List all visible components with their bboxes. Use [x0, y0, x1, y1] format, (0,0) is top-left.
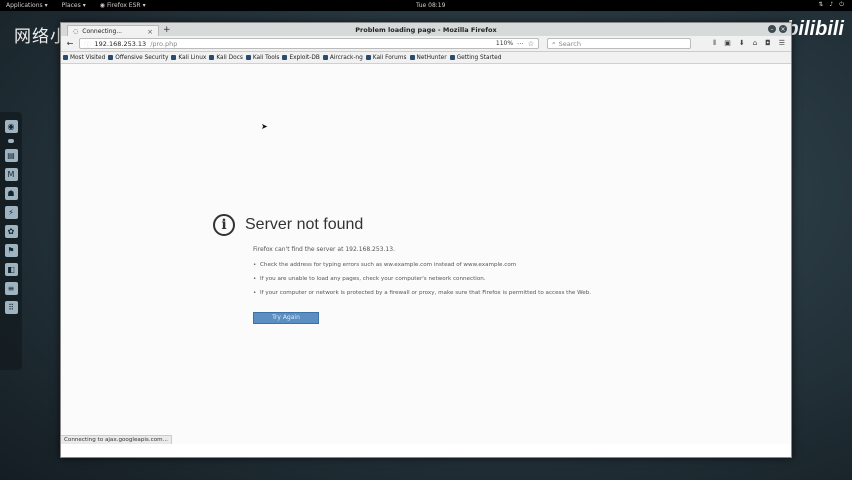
- bookmark-kali-linux[interactable]: Kali Linux: [171, 55, 206, 61]
- kali-icon: [245, 55, 251, 60]
- exploit-db-icon: [282, 55, 288, 60]
- error-header: i Server not found: [213, 214, 593, 236]
- close-window-button[interactable]: ×: [779, 25, 787, 33]
- bookmark-folder-icon: [63, 55, 68, 60]
- bookmark-nethunter[interactable]: NetHunter: [409, 54, 447, 61]
- kali-icon: [209, 55, 215, 60]
- back-button[interactable]: ←: [65, 39, 75, 49]
- aircrack-icon: [322, 55, 328, 60]
- firefox-window: ◌ Connecting... × + Problem loading page…: [60, 22, 792, 458]
- bookmark-label: NetHunter: [416, 54, 447, 61]
- error-title: Server not found: [245, 216, 364, 233]
- bookmark-exploit-db[interactable]: Exploit-DB: [282, 54, 320, 61]
- top-panel: Applications ▾ Places ▾ ◉ Firefox ESR ▾ Tue …: [0, 0, 852, 11]
- bookmark-kali-tools[interactable]: Kali Tools: [245, 54, 280, 61]
- kali-icon: [171, 55, 177, 60]
- active-app-label: Firefox ESR: [107, 2, 141, 9]
- faraday-dock-icon[interactable]: ◧: [4, 263, 18, 276]
- url-bar[interactable]: ⓘ 192.168.253.13/pro.php 110% ··· ☆: [79, 38, 539, 49]
- search-bar[interactable]: ⌕ Search: [547, 38, 691, 49]
- search-icon: ⌕: [552, 39, 556, 47]
- bookmark-getting-started[interactable]: Getting Started: [449, 54, 502, 61]
- chevron-down-icon: ▾: [82, 2, 86, 9]
- error-description: Firefox can't find the server at 192.168…: [253, 246, 395, 253]
- titlebar: ◌ Connecting... × + Problem loading page…: [61, 23, 791, 37]
- maltego-dock-icon[interactable]: ✿: [4, 225, 18, 238]
- toolbar-icons: ⫴ ▣ ⬇ ⌂ ◘ ☰: [713, 39, 785, 48]
- firefox-dock-icon[interactable]: ◉: [4, 120, 18, 133]
- clock[interactable]: Tue 08:19: [416, 2, 445, 9]
- bookmark-label: Kali Tools: [252, 54, 280, 61]
- kali-icon: [409, 55, 415, 60]
- list-item: If you are unable to load any pages, che…: [253, 275, 593, 284]
- network-icon: ⇅: [818, 1, 824, 8]
- power-icon: ⏻: [839, 1, 844, 8]
- pocket-icon[interactable]: ◘: [765, 39, 771, 48]
- window-controls: – ×: [768, 25, 787, 33]
- page-content: ➤ i Server not found Firefox can't find …: [61, 64, 791, 444]
- chevron-down-icon: ▾: [44, 2, 48, 9]
- error-suggestions: Check the address for typing errors such…: [253, 261, 593, 298]
- bookmarks-toolbar: Most Visited Offensive Security Kali Lin…: [61, 52, 791, 64]
- info-icon[interactable]: ⓘ: [84, 39, 91, 49]
- url-path-text: /pro.php: [150, 39, 178, 48]
- burp-dock-icon[interactable]: ⚡: [4, 206, 18, 219]
- bookmark-most-visited[interactable]: Most Visited: [63, 55, 105, 61]
- show-apps-icon[interactable]: ⠿: [4, 301, 18, 314]
- bookmark-kali-forums[interactable]: Kali Forums: [365, 54, 407, 61]
- files-dock-icon[interactable]: ▤: [4, 149, 18, 162]
- places-label: Places: [61, 2, 81, 9]
- list-item: If your computer or network is protected…: [253, 289, 593, 298]
- bookmark-label: Kali Forums: [372, 54, 407, 61]
- firefox-icon: ◉: [99, 2, 106, 9]
- try-again-button[interactable]: Try Again: [253, 311, 319, 324]
- bookmark-label: Exploit-DB: [289, 54, 320, 61]
- applications-menu[interactable]: Applications ▾: [6, 2, 48, 9]
- bookmark-label: Getting Started: [456, 54, 502, 61]
- window-title: Problem loading page - Mozilla Firefox: [355, 26, 497, 34]
- kali-icon: [365, 55, 371, 60]
- system-tray[interactable]: ⇅ ♪ ⏻: [818, 1, 844, 9]
- home-icon[interactable]: ⌂: [753, 39, 757, 48]
- metasploit-dock-icon[interactable]: M: [4, 168, 18, 181]
- menu-icon[interactable]: ☰: [779, 39, 785, 48]
- bookmark-label: Offensive Security: [115, 54, 169, 61]
- page-actions-icon[interactable]: ···: [517, 40, 524, 48]
- bookmark-label: Most Visited: [70, 54, 106, 61]
- screenshot-icon[interactable]: ▣: [724, 39, 731, 48]
- list-item: Check the address for typing errors such…: [253, 261, 593, 270]
- zoom-level[interactable]: 110%: [496, 40, 513, 47]
- status-bar: Connecting to ajax.googleapis.com...: [61, 435, 172, 444]
- library-icon[interactable]: ⫴: [713, 39, 716, 48]
- download-icon[interactable]: ⬇: [739, 39, 745, 48]
- search-placeholder: Search: [558, 39, 581, 48]
- bookmark-label: Kali Docs: [216, 54, 243, 61]
- chevron-down-icon: ▾: [142, 2, 146, 9]
- info-circle-icon: i: [213, 214, 235, 236]
- bookmark-offensive-security[interactable]: Offensive Security: [108, 55, 168, 61]
- terminal-dock-icon[interactable]: [8, 139, 14, 143]
- bookmark-label: Kali Linux: [178, 54, 207, 61]
- applications-label: Applications: [6, 2, 43, 9]
- bookmark-star-icon[interactable]: ☆: [528, 40, 534, 48]
- gear-icon: [449, 55, 455, 60]
- bookmark-aircrack-ng[interactable]: Aircrack-ng: [322, 54, 363, 61]
- armitage-dock-icon[interactable]: ☗: [4, 187, 18, 200]
- bookmark-kali-docs[interactable]: Kali Docs: [209, 55, 243, 61]
- bilibili-logo: bilibili: [786, 18, 844, 40]
- dock: ◉ ▤ M ☗ ⚡ ✿ ⚑ ◧ ≡ ⠿: [0, 112, 22, 370]
- active-app-menu[interactable]: ◉ Firefox ESR ▾: [100, 2, 146, 9]
- leafpad-dock-icon[interactable]: ≡: [4, 282, 18, 295]
- volume-icon: ♪: [829, 1, 834, 8]
- mouse-cursor-icon: ➤: [261, 122, 268, 131]
- offensive-security-icon: [108, 55, 114, 60]
- error-container: i Server not found Firefox can't find th…: [213, 214, 593, 324]
- bookmark-label: Aircrack-ng: [329, 54, 363, 61]
- beef-dock-icon[interactable]: ⚑: [4, 244, 18, 257]
- minimize-button[interactable]: –: [768, 25, 776, 33]
- navigation-toolbar: ← ⓘ 192.168.253.13/pro.php 110% ··· ☆ ⌕ …: [61, 36, 791, 52]
- url-text: 192.168.253.13: [94, 39, 147, 48]
- places-menu[interactable]: Places ▾: [62, 2, 86, 9]
